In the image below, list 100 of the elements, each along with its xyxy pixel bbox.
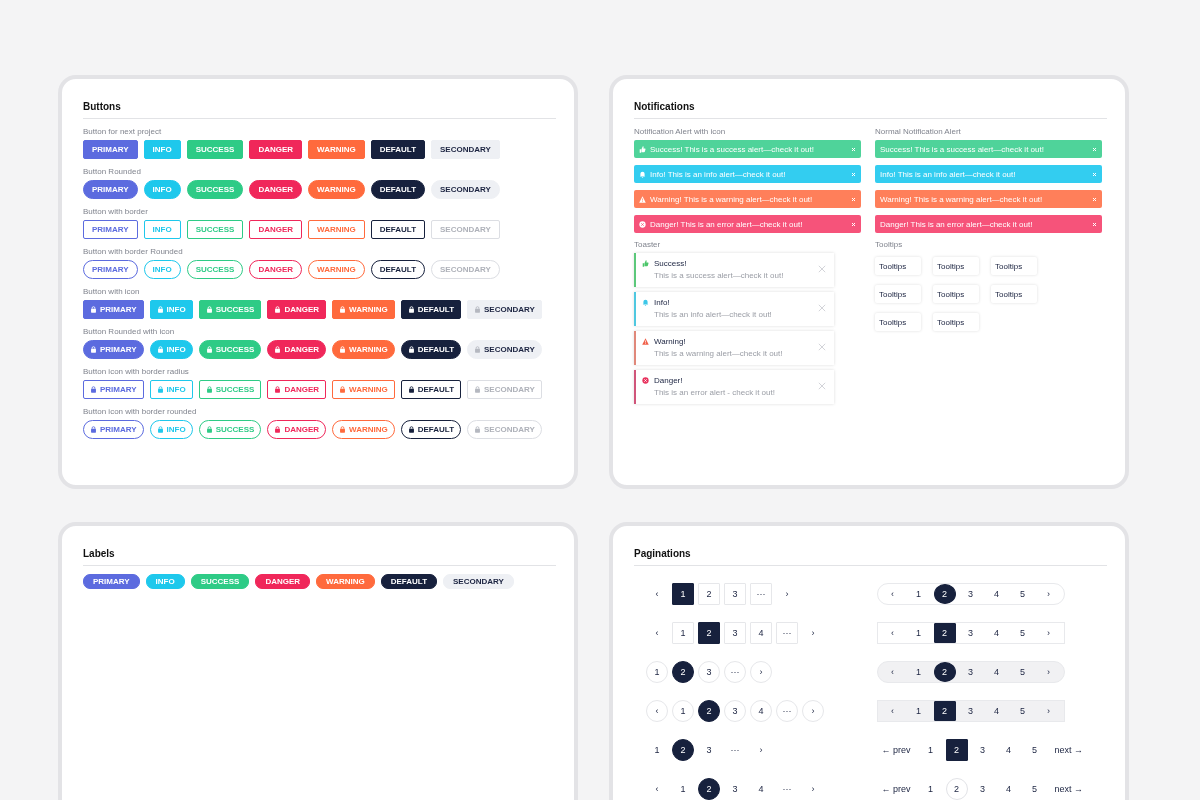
page-button[interactable]: 2 bbox=[672, 738, 694, 761]
demo-button[interactable]: DANGER bbox=[249, 180, 303, 199]
nav-link[interactable]: next → bbox=[1049, 777, 1089, 800]
page-button[interactable]: 4 bbox=[985, 700, 1008, 721]
page-button[interactable]: 3 bbox=[724, 777, 746, 800]
arrow-button[interactable]: › bbox=[1037, 622, 1060, 643]
demo-button[interactable]: DANGER bbox=[249, 140, 303, 159]
page-button[interactable]: 4 bbox=[750, 777, 772, 800]
page-button[interactable]: 1 bbox=[672, 777, 694, 800]
page-button[interactable]: 5 bbox=[1011, 583, 1034, 604]
page-button[interactable]: 1 bbox=[672, 582, 694, 605]
page-button[interactable]: 2 bbox=[698, 621, 720, 644]
page-button[interactable]: 3 bbox=[971, 738, 994, 761]
demo-button[interactable]: PRIMARY bbox=[83, 180, 138, 199]
demo-button[interactable]: PRIMARY bbox=[83, 260, 138, 279]
demo-button[interactable]: PRIMARY bbox=[83, 300, 144, 319]
arrow-button[interactable]: › bbox=[1037, 700, 1060, 721]
arrow-button[interactable]: ‹ bbox=[881, 622, 904, 643]
page-button[interactable]: 1 bbox=[907, 583, 930, 604]
more-button[interactable]: ··· bbox=[776, 621, 798, 644]
demo-button[interactable]: SECONDARY bbox=[467, 300, 542, 319]
page-button[interactable]: 2 bbox=[698, 582, 720, 605]
page-button[interactable]: 4 bbox=[985, 583, 1008, 604]
arrow-button[interactable]: › bbox=[802, 621, 824, 644]
page-button[interactable]: 1 bbox=[907, 700, 930, 721]
page-button[interactable]: 2 bbox=[933, 700, 956, 721]
demo-button[interactable]: DANGER bbox=[267, 340, 327, 359]
close-icon[interactable] bbox=[818, 382, 826, 390]
page-button[interactable]: 2 bbox=[933, 622, 956, 643]
page-button[interactable]: 2 bbox=[945, 738, 968, 761]
page-button[interactable]: 4 bbox=[985, 622, 1008, 643]
demo-button[interactable]: PRIMARY bbox=[83, 380, 144, 399]
page-button[interactable]: 5 bbox=[1011, 622, 1034, 643]
page-button[interactable]: 1 bbox=[907, 661, 930, 682]
arrow-button[interactable]: ‹ bbox=[881, 700, 904, 721]
demo-button[interactable]: DEFAULT bbox=[400, 300, 462, 319]
demo-button[interactable]: DEFAULT bbox=[400, 420, 462, 439]
page-button[interactable]: 4 bbox=[997, 738, 1020, 761]
nav-link[interactable]: ← prev bbox=[876, 777, 916, 800]
arrow-button[interactable]: › bbox=[1037, 583, 1060, 604]
more-button[interactable]: ··· bbox=[776, 777, 798, 800]
arrow-button[interactable]: ‹ bbox=[646, 582, 668, 605]
page-button[interactable]: 3 bbox=[959, 622, 982, 643]
page-button[interactable]: 1 bbox=[919, 777, 942, 800]
page-button[interactable]: 3 bbox=[724, 582, 746, 605]
close-icon[interactable] bbox=[818, 304, 826, 312]
arrow-button[interactable]: ‹ bbox=[881, 583, 904, 604]
page-button[interactable]: 5 bbox=[1023, 777, 1046, 800]
page-button[interactable]: 4 bbox=[750, 621, 772, 644]
page-button[interactable]: 2 bbox=[672, 660, 694, 683]
demo-button[interactable]: DEFAULT bbox=[370, 220, 426, 239]
page-button[interactable]: 1 bbox=[919, 738, 942, 761]
demo-button[interactable]: DANGER bbox=[249, 260, 303, 279]
nav-link[interactable]: ← prev bbox=[876, 738, 916, 761]
demo-button[interactable]: PRIMARY bbox=[83, 420, 144, 439]
arrow-button[interactable]: ‹ bbox=[881, 661, 904, 682]
more-button[interactable]: ··· bbox=[724, 738, 746, 761]
demo-button[interactable]: DANGER bbox=[267, 380, 327, 399]
page-button[interactable]: 5 bbox=[1023, 738, 1046, 761]
page-button[interactable]: 1 bbox=[672, 621, 694, 644]
demo-button[interactable]: PRIMARY bbox=[83, 220, 138, 239]
page-button[interactable]: 3 bbox=[971, 777, 994, 800]
demo-button[interactable]: DEFAULT bbox=[370, 140, 426, 159]
demo-button[interactable]: DANGER bbox=[267, 300, 327, 319]
page-button[interactable]: 4 bbox=[985, 661, 1008, 682]
more-button[interactable]: ··· bbox=[750, 582, 772, 605]
page-button[interactable]: 3 bbox=[959, 661, 982, 682]
page-button[interactable]: 2 bbox=[698, 777, 720, 800]
page-button[interactable]: 3 bbox=[959, 583, 982, 604]
close-icon[interactable] bbox=[818, 265, 826, 273]
page-button[interactable]: 1 bbox=[907, 622, 930, 643]
demo-button[interactable]: PRIMARY bbox=[83, 140, 138, 159]
page-button[interactable]: 3 bbox=[698, 738, 720, 761]
demo-button[interactable]: SECONDARY bbox=[467, 340, 542, 359]
arrow-button[interactable]: › bbox=[776, 582, 798, 605]
page-button[interactable]: 2 bbox=[933, 583, 956, 604]
demo-button[interactable]: DEFAULT bbox=[400, 380, 462, 399]
page-button[interactable]: 1 bbox=[646, 738, 668, 761]
arrow-button[interactable]: › bbox=[1037, 661, 1060, 682]
page-button[interactable]: 4 bbox=[997, 777, 1020, 800]
demo-button[interactable]: DEFAULT bbox=[370, 180, 426, 199]
arrow-button[interactable]: ‹ bbox=[646, 777, 668, 800]
demo-button[interactable]: DANGER bbox=[267, 420, 327, 439]
page-button[interactable]: 5 bbox=[1011, 661, 1034, 682]
demo-button[interactable]: PRIMARY bbox=[83, 340, 144, 359]
demo-button[interactable]: SECONDARY bbox=[431, 140, 500, 159]
demo-button[interactable]: SECONDARY bbox=[431, 180, 500, 199]
nav-link[interactable]: next → bbox=[1049, 738, 1089, 761]
arrow-button[interactable]: › bbox=[750, 738, 772, 761]
close-icon[interactable] bbox=[818, 343, 826, 351]
arrow-button[interactable]: › bbox=[802, 777, 824, 800]
demo-button[interactable]: DEFAULT bbox=[370, 260, 426, 279]
page-button[interactable]: 2 bbox=[933, 661, 956, 682]
page-button[interactable]: 3 bbox=[724, 621, 746, 644]
arrow-button[interactable]: ‹ bbox=[646, 621, 668, 644]
demo-button[interactable]: DEFAULT bbox=[400, 340, 462, 359]
page-button[interactable]: 2 bbox=[698, 699, 720, 722]
demo-button[interactable]: DANGER bbox=[249, 220, 303, 239]
page-button[interactable]: 3 bbox=[959, 700, 982, 721]
page-button[interactable]: 5 bbox=[1011, 700, 1034, 721]
